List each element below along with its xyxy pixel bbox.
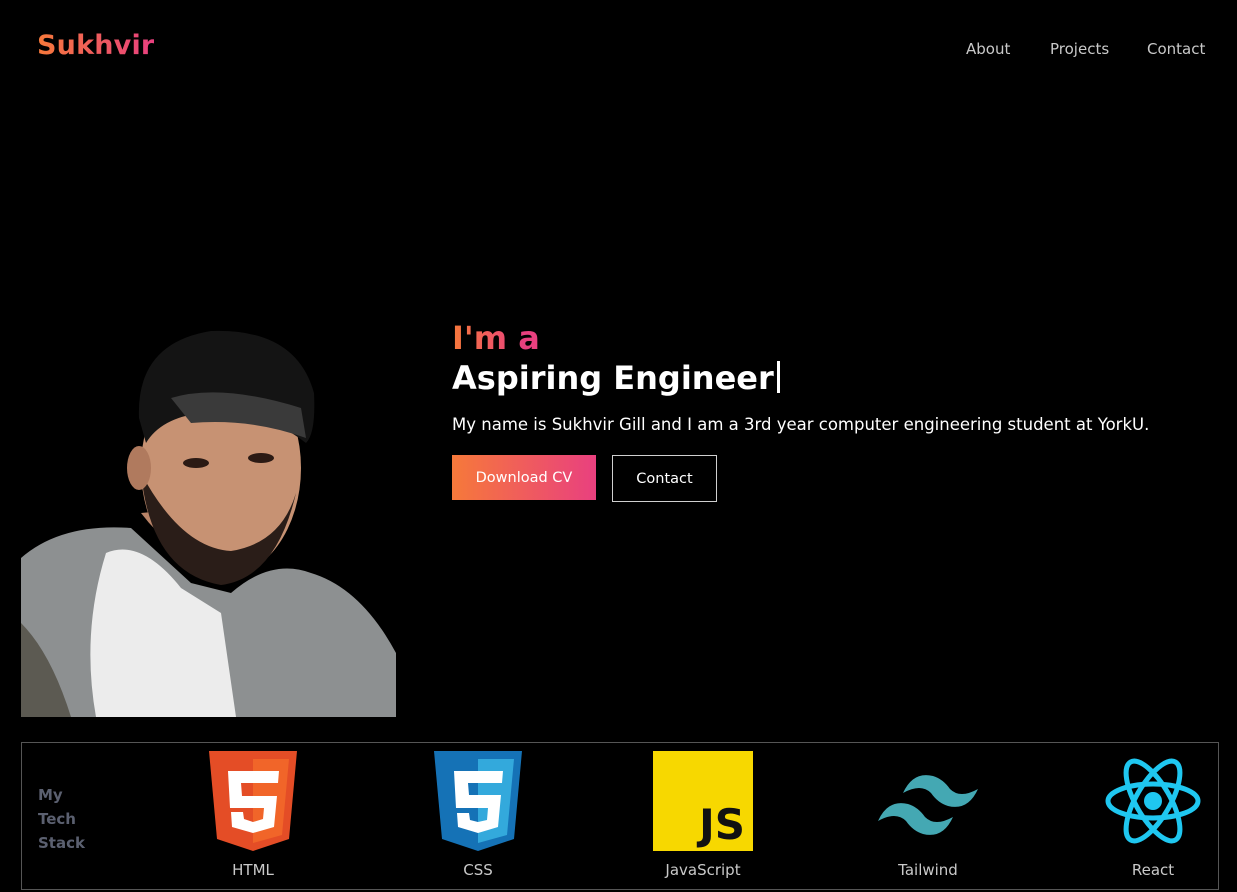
- svg-text:JS: JS: [696, 800, 745, 849]
- typing-cursor: [776, 361, 780, 393]
- javascript-icon: JS: [653, 751, 753, 851]
- hero-description: My name is Sukhvir Gill and I am a 3rd y…: [452, 415, 1150, 434]
- tech-stack-panel: My Tech Stack HTML CSS JS JavaScript Tai…: [21, 742, 1219, 890]
- hero-role-line: Aspiring Engineer: [452, 358, 1149, 398]
- hero-buttons: Download CV Contact: [452, 455, 1149, 502]
- hero-section: I'm a Aspiring Engineer My name is Sukhv…: [452, 318, 1149, 502]
- hero-role: Aspiring Engineer: [452, 359, 774, 397]
- tech-item-css: CSS: [418, 751, 538, 879]
- tech-item-react: React: [1093, 751, 1213, 879]
- css3-icon: [434, 751, 522, 851]
- contact-button[interactable]: Contact: [612, 455, 717, 502]
- tech-label-javascript: JavaScript: [665, 861, 741, 879]
- tailwind-icon: [878, 775, 978, 835]
- download-cv-button[interactable]: Download CV: [452, 455, 596, 500]
- html5-icon: [209, 751, 297, 851]
- hero-prefix: I'm a: [452, 319, 540, 357]
- nav-link-contact[interactable]: Contact: [1147, 40, 1205, 58]
- tech-item-javascript: JS JavaScript: [643, 751, 763, 879]
- tech-stack-title: My Tech Stack: [38, 786, 85, 852]
- portfolio-page: Sukhvir About Projects Contact I'm a Asp…: [0, 0, 1237, 892]
- tech-label-tailwind: Tailwind: [898, 861, 958, 879]
- tech-label-react: React: [1131, 861, 1175, 879]
- site-logo[interactable]: Sukhvir: [37, 30, 154, 61]
- tech-item-html: HTML: [193, 751, 313, 879]
- tech-label-css: CSS: [463, 861, 493, 879]
- tech-item-tailwind: Tailwind: [868, 751, 988, 879]
- nav-link-about[interactable]: About: [966, 40, 1010, 58]
- tech-label-html: HTML: [232, 861, 274, 879]
- react-icon: [1105, 758, 1201, 844]
- profile-photo: [21, 323, 396, 717]
- nav-link-projects[interactable]: Projects: [1050, 40, 1109, 58]
